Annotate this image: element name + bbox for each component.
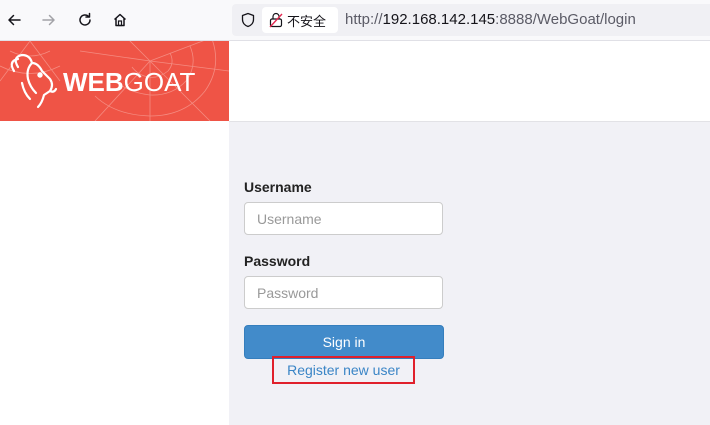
url-path: :8888/WebGoat/login bbox=[495, 11, 636, 28]
password-input[interactable] bbox=[244, 276, 443, 309]
back-arrow-icon bbox=[8, 14, 21, 26]
browser-toolbar: 不安全 http://192.168.142.145:8888/WebGoat/… bbox=[0, 0, 710, 41]
register-link-text: Register new user bbox=[287, 362, 400, 378]
register-new-user-link[interactable]: Register new user bbox=[272, 356, 415, 384]
url-text[interactable]: http://192.168.142.145:8888/WebGoat/logi… bbox=[345, 11, 636, 28]
webgoat-wordmark: WEBGOAT bbox=[63, 67, 196, 97]
sign-in-button[interactable]: Sign in bbox=[244, 325, 444, 359]
reload-button[interactable] bbox=[73, 8, 97, 32]
url-prefix: http:// bbox=[345, 11, 383, 28]
forward-button[interactable] bbox=[37, 8, 61, 32]
back-button[interactable] bbox=[2, 8, 26, 32]
security-label: 不安全 bbox=[287, 14, 327, 30]
page-header bbox=[229, 41, 710, 122]
password-label: Password bbox=[244, 253, 311, 269]
insecure-lock-icon bbox=[269, 12, 283, 28]
site-security-indicator[interactable]: 不安全 bbox=[262, 7, 338, 33]
address-bar[interactable]: 不安全 http://192.168.142.145:8888/WebGoat/… bbox=[232, 4, 710, 36]
reload-icon bbox=[79, 12, 91, 26]
url-host: 192.168.142.145 bbox=[382, 11, 496, 28]
home-button[interactable] bbox=[108, 8, 132, 32]
forward-arrow-icon bbox=[42, 14, 55, 26]
sign-in-label: Sign in bbox=[322, 334, 366, 350]
webgoat-logo-banner: WEBGOAT bbox=[0, 41, 229, 121]
home-icon bbox=[113, 13, 127, 27]
goat-logo-icon bbox=[10, 53, 58, 109]
tracking-protection-shield-icon[interactable] bbox=[240, 12, 256, 28]
username-input[interactable] bbox=[244, 202, 443, 235]
username-label: Username bbox=[244, 179, 312, 195]
